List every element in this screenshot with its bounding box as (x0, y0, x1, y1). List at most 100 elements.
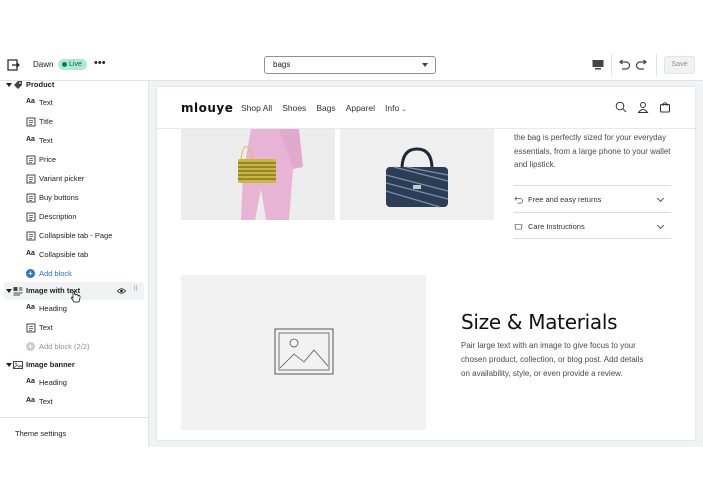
variant-block-icon (26, 174, 36, 184)
plus-icon: + (26, 342, 35, 351)
redo-icon[interactable] (635, 58, 649, 72)
product-photo-bag[interactable] (340, 129, 494, 220)
block-item[interactable]: Text (0, 319, 149, 337)
heading-block-icon: Aa (26, 304, 35, 311)
drag-handle-icon[interactable]: ⠿ (133, 285, 138, 293)
collapse-arrow-icon[interactable] (6, 363, 12, 367)
block-label: Description (39, 212, 77, 221)
theme-settings-button[interactable]: Theme settings (0, 417, 149, 447)
page-select[interactable]: bags (264, 56, 436, 74)
product-description: the bag is perfectly sized for your ever… (514, 133, 671, 169)
store-logo[interactable]: mlouye (181, 101, 233, 115)
image-placeholder-icon (274, 328, 334, 375)
cart-icon[interactable] (659, 101, 671, 113)
description-block-icon (26, 212, 36, 222)
heading-block-icon: Aa (26, 378, 35, 385)
image-placeholder[interactable] (181, 275, 426, 430)
return-icon (514, 196, 523, 204)
buttons-block-icon (26, 193, 36, 203)
plus-icon: + (26, 269, 35, 278)
block-label: Title (39, 117, 53, 126)
theme-settings-label: Theme settings (15, 429, 67, 438)
mouse-cursor-icon (71, 291, 81, 303)
block-item[interactable]: Variant picker (0, 170, 149, 188)
accordion-returns[interactable]: Free and easy returns (514, 185, 671, 212)
accordion-label: Free and easy returns (528, 195, 602, 204)
theme-name: Dawn (33, 60, 54, 69)
block-label: Text (39, 98, 53, 107)
store-header: mlouye Shop All Shoes Bags Apparel Info … (157, 87, 695, 129)
tag-icon (14, 81, 22, 89)
block-item[interactable]: Aa Collapsible tab (0, 246, 149, 264)
image-with-text-icon (13, 287, 23, 296)
eye-icon[interactable] (117, 287, 126, 295)
desktop-preview-icon[interactable] (591, 58, 605, 72)
block-item[interactable]: Collapsible tab - Page (0, 227, 149, 245)
live-dot-icon (62, 62, 67, 67)
block-label: Text (39, 397, 53, 406)
text-block-icon: Aa (26, 136, 35, 143)
care-icon (514, 224, 523, 230)
image-banner-icon (13, 361, 23, 369)
nav-apparel[interactable]: Apparel (346, 103, 375, 113)
editor-topbar: Dawn Live ••• bags Save (0, 50, 703, 81)
price-block-icon (26, 155, 36, 165)
section-label: Image banner (26, 360, 75, 369)
add-block-button[interactable]: + Add block (0, 265, 149, 283)
undo-icon[interactable] (617, 58, 631, 72)
block-label: Price (39, 155, 57, 164)
block-item[interactable]: Buy buttons (0, 189, 149, 207)
section-heading: Size & Materials (461, 310, 618, 334)
preview-canvas: mlouye Shop All Shoes Bags Apparel Info … (149, 81, 703, 447)
product-photo-model[interactable] (181, 129, 335, 220)
block-item[interactable]: Price (0, 151, 149, 169)
sections-sidebar: Product Aa Text Title Aa Text Price Vari… (0, 81, 149, 447)
block-label: Heading (39, 304, 67, 313)
status-badge-label: Live (69, 61, 82, 68)
nav-shop-all[interactable]: Shop All (241, 103, 272, 113)
section-label: Product (26, 81, 55, 89)
nav-bags[interactable]: Bags (316, 103, 335, 113)
section-image-banner[interactable]: Image banner (0, 356, 149, 374)
search-icon[interactable] (615, 101, 627, 113)
accordion-label: Care Instructions (528, 222, 585, 231)
exit-icon[interactable] (6, 58, 20, 72)
text-block-icon: Aa (26, 98, 35, 105)
block-item[interactable]: Title (0, 113, 149, 131)
nav-shoes[interactable]: Shoes (282, 103, 306, 113)
add-block-button: + Add block (2/2) (0, 338, 149, 356)
store-preview: mlouye Shop All Shoes Bags Apparel Info … (157, 87, 695, 440)
block-label: Collapsible tab - Page (39, 231, 113, 240)
toolbar-divider (656, 54, 657, 76)
nav-info[interactable]: Info ⌄ (385, 103, 407, 113)
title-block-icon (26, 117, 36, 127)
block-item[interactable]: Aa Heading (0, 374, 149, 392)
block-label: Collapsible tab (39, 250, 89, 259)
block-item[interactable]: Description (0, 208, 149, 226)
account-icon[interactable] (637, 101, 649, 113)
more-actions-icon[interactable]: ••• (94, 57, 106, 69)
block-item[interactable]: Aa Text (0, 393, 149, 411)
chevron-down-icon (656, 194, 665, 203)
block-label: Variant picker (39, 174, 85, 183)
block-label: Text (39, 323, 53, 332)
section-product[interactable]: Product (0, 81, 149, 94)
collapsible-tab-icon (26, 231, 36, 241)
block-item[interactable]: Aa Text (0, 94, 149, 112)
accordion-care[interactable]: Care Instructions (514, 212, 671, 239)
model-with-bag-image (181, 129, 335, 220)
save-button[interactable]: Save (664, 56, 695, 74)
toolbar-divider (611, 54, 612, 76)
text-block-icon (26, 323, 36, 333)
block-label: Heading (39, 378, 67, 387)
add-block-label: Add block (2/2) (39, 342, 90, 351)
add-block-label: Add block (39, 269, 72, 278)
block-item[interactable]: Aa Text (0, 132, 149, 150)
collapse-arrow-icon[interactable] (6, 289, 12, 293)
store-nav: Shop All Shoes Bags Apparel Info ⌄ (241, 103, 407, 113)
status-badge: Live (58, 59, 87, 70)
quilted-bag-image (340, 129, 494, 220)
block-label: Buy buttons (39, 193, 79, 202)
collapse-arrow-icon[interactable] (6, 83, 12, 87)
chevron-down-icon (422, 63, 428, 67)
